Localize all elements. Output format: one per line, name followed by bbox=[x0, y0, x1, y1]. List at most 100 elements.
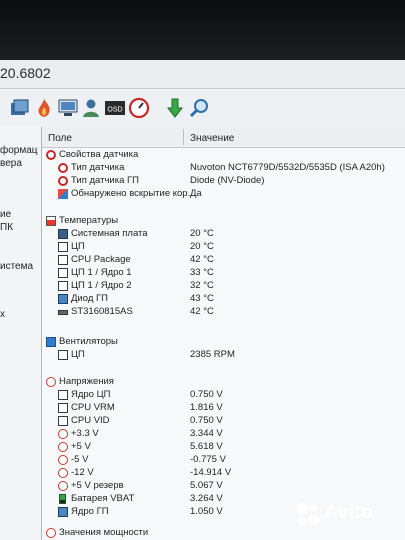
row-label: Обнаружено вскрытие кор... bbox=[71, 188, 196, 199]
table-row[interactable]: CPU VID 0.750 V bbox=[42, 415, 405, 428]
table-row[interactable]: -5 V -0.775 V bbox=[42, 454, 405, 467]
row-label: +3.3 V bbox=[71, 428, 99, 439]
cpu-icon bbox=[58, 242, 68, 252]
row-value: 42 °C bbox=[190, 254, 214, 265]
row-value: 20 °C bbox=[190, 241, 214, 252]
thermometer-icon bbox=[46, 216, 56, 226]
group-title: Значения мощности bbox=[59, 527, 149, 538]
download-arrow-icon[interactable] bbox=[164, 97, 186, 119]
tree-item[interactable]: ие bbox=[0, 209, 11, 220]
group-fans[interactable]: Вентиляторы bbox=[42, 336, 405, 349]
row-label: Системная плата bbox=[71, 228, 148, 239]
table-row[interactable]: -12 V -14.914 V bbox=[42, 467, 405, 480]
flame-icon[interactable] bbox=[33, 97, 55, 119]
cpu-icon bbox=[58, 390, 68, 400]
row-label: -5 V bbox=[71, 454, 89, 465]
battery-icon bbox=[59, 494, 66, 504]
voltage-icon bbox=[58, 468, 68, 478]
computer-icon[interactable] bbox=[57, 97, 79, 119]
row-value: 0.750 V bbox=[190, 415, 223, 426]
group-sensor-properties[interactable]: Свойства датчика bbox=[42, 149, 405, 162]
tree-item[interactable]: ПК bbox=[0, 222, 13, 233]
osd-icon[interactable]: OSD bbox=[104, 97, 126, 119]
row-value: 5.618 V bbox=[190, 441, 223, 452]
row-label: ЦП 1 / Ядро 1 bbox=[71, 267, 132, 278]
row-label: +5 V резерв bbox=[71, 480, 124, 491]
gauge-icon[interactable] bbox=[128, 97, 150, 119]
row-label: ST3160815AS bbox=[71, 306, 133, 317]
report-icon[interactable] bbox=[8, 97, 30, 119]
row-label: ЦП bbox=[71, 241, 85, 252]
tree-item[interactable]: истема bbox=[0, 261, 33, 272]
tree-item[interactable]: х bbox=[0, 309, 5, 320]
row-label: CPU VID bbox=[71, 415, 110, 426]
column-header: Поле Значение bbox=[42, 127, 405, 148]
row-value: 42 °C bbox=[190, 306, 214, 317]
table-row[interactable]: +5 V 5.618 V bbox=[42, 441, 405, 454]
row-value: 3.344 V bbox=[190, 428, 223, 439]
svg-text:OSD: OSD bbox=[107, 107, 122, 114]
group-title: Свойства датчика bbox=[59, 149, 139, 160]
row-label: Тип датчика ГП bbox=[71, 175, 139, 186]
gpu-icon bbox=[58, 507, 68, 517]
row-value: 1.050 V bbox=[190, 506, 223, 517]
row-label: Тип датчика bbox=[71, 162, 125, 173]
avito-watermark: Avito bbox=[290, 494, 400, 534]
voltage-icon bbox=[58, 481, 68, 491]
row-label: +5 V bbox=[71, 441, 91, 452]
table-row[interactable]: ЦП 2385 RPM bbox=[42, 349, 405, 362]
sensor-list: Поле Значение Свойства датчика Тип датчи… bbox=[42, 127, 405, 540]
monitor-bezel bbox=[0, 0, 405, 60]
gpu-icon bbox=[58, 294, 68, 304]
gauge-icon bbox=[46, 150, 56, 160]
group-temperatures[interactable]: Температуры bbox=[42, 215, 405, 228]
power-icon bbox=[46, 528, 56, 538]
toolbar: OSD bbox=[0, 89, 405, 128]
tree-item[interactable]: вера bbox=[0, 158, 22, 169]
row-value: Nuvoton NCT6779D/5532D/5535D (ISA A20h) bbox=[190, 162, 385, 173]
voltage-icon bbox=[58, 442, 68, 452]
search-icon[interactable] bbox=[188, 97, 210, 119]
table-row[interactable]: Тип датчика Nuvoton NCT6779D/5532D/5535D… bbox=[42, 162, 405, 175]
row-value: 43 °C bbox=[190, 293, 214, 304]
row-value: 32 °C bbox=[190, 280, 214, 291]
table-row[interactable]: Системная плата 20 °C bbox=[42, 228, 405, 241]
column-value[interactable]: Значение bbox=[190, 133, 234, 144]
table-row[interactable]: CPU Package 42 °C bbox=[42, 254, 405, 267]
navigation-tree: формац вера ие ПК истема х bbox=[0, 127, 42, 540]
table-row[interactable]: ЦП 1 / Ядро 1 33 °C bbox=[42, 267, 405, 280]
group-title: Напряжения bbox=[59, 376, 114, 387]
row-value: 1.816 V bbox=[190, 402, 223, 413]
table-row[interactable]: ЦП 1 / Ядро 2 32 °C bbox=[42, 280, 405, 293]
row-value: -0.775 V bbox=[190, 454, 226, 465]
row-value: 33 °C bbox=[190, 267, 214, 278]
row-value: 3.264 V bbox=[190, 493, 223, 504]
table-row[interactable]: Диод ГП 43 °C bbox=[42, 293, 405, 306]
row-value: 0.750 V bbox=[190, 389, 223, 400]
title-bar: 20.6802 bbox=[0, 60, 405, 89]
table-row[interactable]: Обнаружено вскрытие кор... Да bbox=[42, 188, 405, 201]
table-row[interactable]: ЦП 20 °C bbox=[42, 241, 405, 254]
row-label: Диод ГП bbox=[71, 293, 108, 304]
tree-item[interactable]: формац bbox=[0, 145, 38, 156]
column-field[interactable]: Поле bbox=[48, 133, 72, 144]
window-title: 20.6802 bbox=[0, 65, 51, 81]
table-row[interactable]: +5 V резерв 5.067 V bbox=[42, 480, 405, 493]
group-voltages[interactable]: Напряжения bbox=[42, 376, 405, 389]
table-row[interactable]: ST3160815AS 42 °C bbox=[42, 306, 405, 319]
row-label: Ядро ЦП bbox=[71, 389, 111, 400]
row-value: -14.914 V bbox=[190, 467, 232, 478]
row-label: ЦП 1 / Ядро 2 bbox=[71, 280, 132, 291]
avito-logo-icon bbox=[297, 503, 320, 526]
row-value: 2385 RPM bbox=[190, 349, 235, 360]
row-value: Diode (NV-Diode) bbox=[190, 175, 265, 186]
row-value: 5.067 V bbox=[190, 480, 223, 491]
table-row[interactable]: +3.3 V 3.344 V bbox=[42, 428, 405, 441]
table-row[interactable]: Тип датчика ГП Diode (NV-Diode) bbox=[42, 175, 405, 188]
gauge-icon bbox=[58, 163, 68, 173]
table-row[interactable]: CPU VRM 1.816 V bbox=[42, 402, 405, 415]
table-row[interactable]: Ядро ЦП 0.750 V bbox=[42, 389, 405, 402]
row-label: Батарея VBAT bbox=[71, 493, 135, 504]
row-label: -12 V bbox=[71, 467, 94, 478]
user-icon[interactable] bbox=[80, 97, 102, 119]
